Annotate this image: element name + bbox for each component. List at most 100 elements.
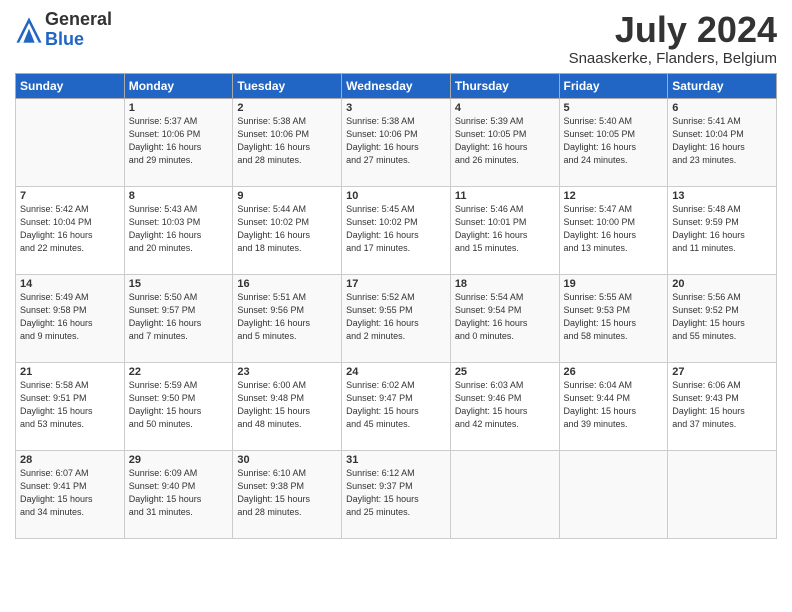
weekday-header-thursday: Thursday <box>450 73 559 98</box>
weekday-header-saturday: Saturday <box>668 73 777 98</box>
header-row: SundayMondayTuesdayWednesdayThursdayFrid… <box>16 73 777 98</box>
day-info: Sunrise: 5:39 AM Sunset: 10:05 PM Daylig… <box>455 115 555 167</box>
day-info: Sunrise: 5:50 AM Sunset: 9:57 PM Dayligh… <box>129 291 229 343</box>
calendar-cell: 11Sunrise: 5:46 AM Sunset: 10:01 PM Dayl… <box>450 186 559 274</box>
weekday-header-monday: Monday <box>124 73 233 98</box>
location: Snaaskerke, Flanders, Belgium <box>569 50 777 67</box>
calendar-cell: 30Sunrise: 6:10 AM Sunset: 9:38 PM Dayli… <box>233 450 342 538</box>
day-info: Sunrise: 6:02 AM Sunset: 9:47 PM Dayligh… <box>346 379 446 431</box>
day-number: 21 <box>20 366 120 378</box>
day-info: Sunrise: 5:51 AM Sunset: 9:56 PM Dayligh… <box>237 291 337 343</box>
calendar-week-5: 28Sunrise: 6:07 AM Sunset: 9:41 PM Dayli… <box>16 450 777 538</box>
calendar-cell: 29Sunrise: 6:09 AM Sunset: 9:40 PM Dayli… <box>124 450 233 538</box>
calendar-week-1: 1Sunrise: 5:37 AM Sunset: 10:06 PM Dayli… <box>16 98 777 186</box>
calendar-cell: 7Sunrise: 5:42 AM Sunset: 10:04 PM Dayli… <box>16 186 125 274</box>
calendar-cell: 1Sunrise: 5:37 AM Sunset: 10:06 PM Dayli… <box>124 98 233 186</box>
day-info: Sunrise: 5:44 AM Sunset: 10:02 PM Daylig… <box>237 203 337 255</box>
day-number: 30 <box>237 454 337 466</box>
day-info: Sunrise: 5:54 AM Sunset: 9:54 PM Dayligh… <box>455 291 555 343</box>
page: General Blue July 2024 Snaaskerke, Fland… <box>0 0 792 612</box>
day-info: Sunrise: 6:07 AM Sunset: 9:41 PM Dayligh… <box>20 467 120 519</box>
weekday-header-tuesday: Tuesday <box>233 73 342 98</box>
calendar-week-2: 7Sunrise: 5:42 AM Sunset: 10:04 PM Dayli… <box>16 186 777 274</box>
calendar-cell: 19Sunrise: 5:55 AM Sunset: 9:53 PM Dayli… <box>559 274 668 362</box>
day-info: Sunrise: 5:55 AM Sunset: 9:53 PM Dayligh… <box>564 291 664 343</box>
day-info: Sunrise: 5:41 AM Sunset: 10:04 PM Daylig… <box>672 115 772 167</box>
header: General Blue July 2024 Snaaskerke, Fland… <box>15 10 777 67</box>
day-number: 1 <box>129 102 229 114</box>
calendar-cell: 28Sunrise: 6:07 AM Sunset: 9:41 PM Dayli… <box>16 450 125 538</box>
day-info: Sunrise: 5:52 AM Sunset: 9:55 PM Dayligh… <box>346 291 446 343</box>
day-number: 13 <box>672 190 772 202</box>
day-info: Sunrise: 5:46 AM Sunset: 10:01 PM Daylig… <box>455 203 555 255</box>
day-number: 20 <box>672 278 772 290</box>
logo-text: General Blue <box>45 10 112 50</box>
day-info: Sunrise: 5:45 AM Sunset: 10:02 PM Daylig… <box>346 203 446 255</box>
day-number: 3 <box>346 102 446 114</box>
weekday-header-friday: Friday <box>559 73 668 98</box>
day-number: 25 <box>455 366 555 378</box>
calendar-week-3: 14Sunrise: 5:49 AM Sunset: 9:58 PM Dayli… <box>16 274 777 362</box>
calendar-cell: 10Sunrise: 5:45 AM Sunset: 10:02 PM Dayl… <box>342 186 451 274</box>
day-number: 23 <box>237 366 337 378</box>
day-number: 12 <box>564 190 664 202</box>
day-number: 2 <box>237 102 337 114</box>
day-number: 14 <box>20 278 120 290</box>
day-info: Sunrise: 5:38 AM Sunset: 10:06 PM Daylig… <box>346 115 446 167</box>
day-info: Sunrise: 5:47 AM Sunset: 10:00 PM Daylig… <box>564 203 664 255</box>
day-number: 19 <box>564 278 664 290</box>
calendar-table: SundayMondayTuesdayWednesdayThursdayFrid… <box>15 73 777 539</box>
calendar-cell: 5Sunrise: 5:40 AM Sunset: 10:05 PM Dayli… <box>559 98 668 186</box>
calendar-cell: 27Sunrise: 6:06 AM Sunset: 9:43 PM Dayli… <box>668 362 777 450</box>
calendar-cell: 17Sunrise: 5:52 AM Sunset: 9:55 PM Dayli… <box>342 274 451 362</box>
calendar-cell: 23Sunrise: 6:00 AM Sunset: 9:48 PM Dayli… <box>233 362 342 450</box>
day-info: Sunrise: 5:59 AM Sunset: 9:50 PM Dayligh… <box>129 379 229 431</box>
calendar-cell: 26Sunrise: 6:04 AM Sunset: 9:44 PM Dayli… <box>559 362 668 450</box>
day-number: 16 <box>237 278 337 290</box>
logo: General Blue <box>15 10 112 50</box>
day-number: 28 <box>20 454 120 466</box>
calendar-cell <box>450 450 559 538</box>
day-number: 15 <box>129 278 229 290</box>
calendar-cell: 2Sunrise: 5:38 AM Sunset: 10:06 PM Dayli… <box>233 98 342 186</box>
calendar-cell <box>559 450 668 538</box>
day-info: Sunrise: 5:40 AM Sunset: 10:05 PM Daylig… <box>564 115 664 167</box>
calendar-cell: 18Sunrise: 5:54 AM Sunset: 9:54 PM Dayli… <box>450 274 559 362</box>
day-number: 31 <box>346 454 446 466</box>
day-number: 6 <box>672 102 772 114</box>
day-info: Sunrise: 6:06 AM Sunset: 9:43 PM Dayligh… <box>672 379 772 431</box>
day-number: 17 <box>346 278 446 290</box>
day-info: Sunrise: 5:37 AM Sunset: 10:06 PM Daylig… <box>129 115 229 167</box>
day-info: Sunrise: 6:03 AM Sunset: 9:46 PM Dayligh… <box>455 379 555 431</box>
day-info: Sunrise: 5:48 AM Sunset: 9:59 PM Dayligh… <box>672 203 772 255</box>
day-number: 18 <box>455 278 555 290</box>
calendar-cell: 25Sunrise: 6:03 AM Sunset: 9:46 PM Dayli… <box>450 362 559 450</box>
calendar-cell: 31Sunrise: 6:12 AM Sunset: 9:37 PM Dayli… <box>342 450 451 538</box>
calendar-cell: 13Sunrise: 5:48 AM Sunset: 9:59 PM Dayli… <box>668 186 777 274</box>
day-number: 24 <box>346 366 446 378</box>
logo-blue-text: Blue <box>45 30 112 50</box>
day-info: Sunrise: 5:56 AM Sunset: 9:52 PM Dayligh… <box>672 291 772 343</box>
calendar-cell: 9Sunrise: 5:44 AM Sunset: 10:02 PM Dayli… <box>233 186 342 274</box>
calendar-cell: 14Sunrise: 5:49 AM Sunset: 9:58 PM Dayli… <box>16 274 125 362</box>
title-block: July 2024 Snaaskerke, Flanders, Belgium <box>569 10 777 67</box>
day-info: Sunrise: 5:43 AM Sunset: 10:03 PM Daylig… <box>129 203 229 255</box>
day-number: 29 <box>129 454 229 466</box>
calendar-cell: 24Sunrise: 6:02 AM Sunset: 9:47 PM Dayli… <box>342 362 451 450</box>
calendar-cell: 21Sunrise: 5:58 AM Sunset: 9:51 PM Dayli… <box>16 362 125 450</box>
day-info: Sunrise: 6:09 AM Sunset: 9:40 PM Dayligh… <box>129 467 229 519</box>
calendar-cell: 22Sunrise: 5:59 AM Sunset: 9:50 PM Dayli… <box>124 362 233 450</box>
day-number: 27 <box>672 366 772 378</box>
day-number: 8 <box>129 190 229 202</box>
day-info: Sunrise: 5:38 AM Sunset: 10:06 PM Daylig… <box>237 115 337 167</box>
day-info: Sunrise: 5:58 AM Sunset: 9:51 PM Dayligh… <box>20 379 120 431</box>
calendar-cell: 16Sunrise: 5:51 AM Sunset: 9:56 PM Dayli… <box>233 274 342 362</box>
day-number: 22 <box>129 366 229 378</box>
logo-general-text: General <box>45 10 112 30</box>
day-info: Sunrise: 6:04 AM Sunset: 9:44 PM Dayligh… <box>564 379 664 431</box>
day-info: Sunrise: 5:49 AM Sunset: 9:58 PM Dayligh… <box>20 291 120 343</box>
month-title: July 2024 <box>569 10 777 50</box>
day-info: Sunrise: 6:12 AM Sunset: 9:37 PM Dayligh… <box>346 467 446 519</box>
day-number: 9 <box>237 190 337 202</box>
day-number: 7 <box>20 190 120 202</box>
